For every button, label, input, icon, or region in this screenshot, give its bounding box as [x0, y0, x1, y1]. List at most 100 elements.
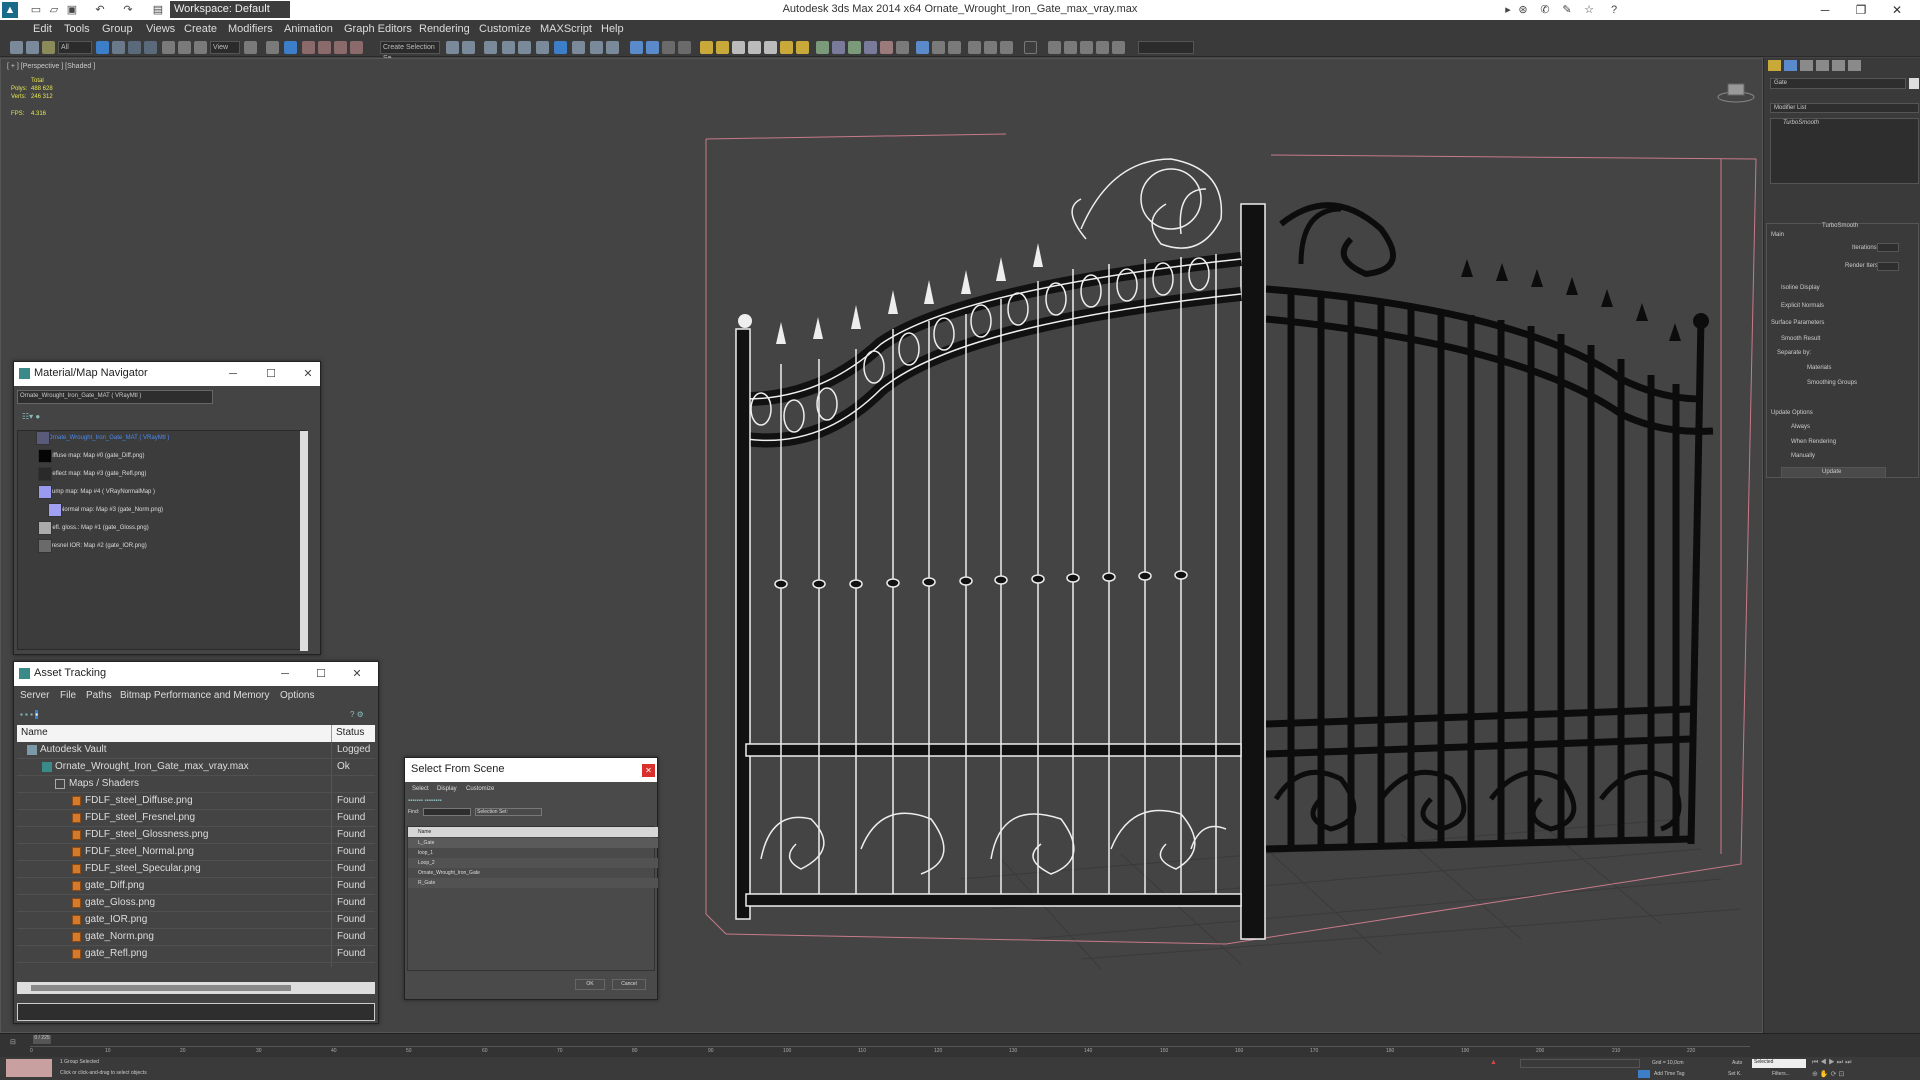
- column-status[interactable]: Status: [336, 727, 364, 738]
- table-row[interactable]: Maps / Shaders: [17, 776, 375, 793]
- layer-manager-icon[interactable]: [484, 41, 497, 54]
- material-tree-item[interactable]: Diffuse map: Map #0 (gate_Diff.png): [48, 453, 145, 459]
- material-tree-item[interactable]: Fresnel IOR: Map #2 (gate_IOR.png): [48, 543, 147, 549]
- open-file-icon[interactable]: ▱: [46, 2, 62, 18]
- maximize-icon[interactable]: ☐: [262, 365, 280, 383]
- selection-filter-dropdown[interactable]: All: [58, 41, 92, 54]
- table-row[interactable]: gate_IOR.png Found: [17, 912, 375, 929]
- select-filter-toolbar[interactable]: ▪▪▪▪▪▪▪ ▪▪▪▪▪▪▪▪: [408, 798, 623, 806]
- close-icon[interactable]: ✕: [1884, 1, 1910, 19]
- navigation-controls[interactable]: ⊕✋⟳⊡: [1812, 1070, 1916, 1079]
- time-tag-icon[interactable]: [1638, 1070, 1650, 1078]
- percent-snap-icon[interactable]: [334, 41, 347, 54]
- coordinate-fields[interactable]: [1520, 1059, 1640, 1068]
- scrollbar-thumb[interactable]: [31, 985, 291, 991]
- dome-light-icon[interactable]: [796, 41, 809, 54]
- menu-server[interactable]: Server: [20, 690, 49, 701]
- new-file-icon[interactable]: ▭: [28, 2, 44, 18]
- add-time-tag[interactable]: Add Time Tag: [1654, 1071, 1684, 1077]
- align-icon[interactable]: [462, 41, 475, 54]
- toolbar-extra-icon-11[interactable]: [984, 41, 997, 54]
- vray-toolbar-icon-4[interactable]: [678, 41, 691, 54]
- render-setup-icon[interactable]: [572, 41, 585, 54]
- asset-tracking-toolbar[interactable]: ▪ ▪ ▪ ▪: [20, 710, 90, 720]
- binoculars-icon[interactable]: ⊛: [1515, 2, 1531, 18]
- cancel-button[interactable]: Cancel: [612, 979, 646, 990]
- always-radio[interactable]: Always: [1791, 424, 1810, 430]
- material-editor-icon[interactable]: [554, 41, 567, 54]
- select-by-name-icon[interactable]: [112, 41, 125, 54]
- materials-checkbox[interactable]: Materials: [1807, 365, 1831, 371]
- toolbar-extra-icon-1[interactable]: [816, 41, 829, 54]
- set-key-button[interactable]: Set K.: [1728, 1071, 1742, 1077]
- pivot-center-icon[interactable]: [244, 41, 257, 54]
- modify-tab-icon[interactable]: [1784, 60, 1797, 71]
- vray-toolbar-icon-1[interactable]: [630, 41, 643, 54]
- material-tree-item[interactable]: Bump map: Map #4 ( VRayNormalMap ): [48, 489, 155, 495]
- isoline-display-checkbox[interactable]: Isoline Display: [1781, 285, 1820, 291]
- when-rendering-radio[interactable]: When Rendering: [1791, 439, 1836, 445]
- toolbar-extra-icon-4[interactable]: [864, 41, 877, 54]
- app-menu-icon[interactable]: ▲: [2, 2, 18, 18]
- sun-icon[interactable]: [780, 41, 793, 54]
- menu-file[interactable]: File: [60, 690, 76, 701]
- column-name[interactable]: Name: [21, 727, 48, 738]
- manually-radio[interactable]: Manually: [1791, 453, 1815, 459]
- update-button[interactable]: Update: [1781, 467, 1886, 478]
- help-icon[interactable]: ?: [1606, 2, 1622, 18]
- menu-create[interactable]: Create: [184, 23, 217, 35]
- close-icon[interactable]: ✕: [299, 365, 317, 383]
- create-tab-icon[interactable]: [1768, 60, 1781, 71]
- reference-coordinate-dropdown[interactable]: View: [210, 41, 240, 54]
- lock-selection-icon[interactable]: ▲: [1490, 1059, 1500, 1068]
- toolbar-dropdown[interactable]: [1138, 41, 1194, 54]
- list-item[interactable]: loop_1: [408, 848, 658, 858]
- mini-curve-editor-icon[interactable]: ⊟: [10, 1038, 20, 1046]
- keyboard-shortcut-override-icon[interactable]: [284, 41, 297, 54]
- list-item[interactable]: L_Gate: [408, 838, 658, 848]
- unlink-icon[interactable]: [26, 41, 39, 54]
- material-tree-item[interactable]: Reflect map: Map #3 (gate_Refl.png): [48, 471, 146, 477]
- toolbar-extra-icon-7[interactable]: [916, 41, 929, 54]
- table-row[interactable]: gate_Norm.png Found: [17, 929, 375, 946]
- snaps-toggle-icon[interactable]: [302, 41, 315, 54]
- help-icon[interactable]: ? ⚙: [350, 710, 374, 720]
- light-icon[interactable]: [700, 41, 713, 54]
- menu-modifiers[interactable]: Modifiers: [228, 23, 273, 35]
- table-row[interactable]: FDLF_steel_Fresnel.png Found: [17, 810, 375, 827]
- key-mode-dropdown[interactable]: Selected: [1752, 1059, 1806, 1068]
- stack-controls[interactable]: [1774, 189, 1894, 198]
- explicit-normals-checkbox[interactable]: Explicit Normals: [1781, 303, 1824, 309]
- ok-button[interactable]: OK: [575, 979, 605, 990]
- key-filters-button[interactable]: Filters...: [1772, 1071, 1790, 1077]
- table-row[interactable]: FDLF_steel_Diffuse.png Found: [17, 793, 375, 810]
- tools-icon[interactable]: ✎: [1559, 2, 1575, 18]
- maxscript-listener-mini[interactable]: [6, 1059, 52, 1077]
- workspace-dropdown[interactable]: Workspace: Default: [170, 1, 290, 18]
- toolbar-extra-icon-12[interactable]: [1000, 41, 1013, 54]
- render-production-icon[interactable]: [606, 41, 619, 54]
- close-icon[interactable]: ✕: [348, 665, 366, 683]
- undo-icon[interactable]: ↶: [92, 2, 108, 18]
- infocenter-search-icon[interactable]: ▸: [1500, 2, 1516, 18]
- menu-animation[interactable]: Animation: [284, 23, 333, 35]
- object-color-swatch[interactable]: [1909, 78, 1919, 89]
- selection-set-dropdown[interactable]: [475, 808, 542, 816]
- table-row[interactable]: Ornate_Wrought_Iron_Gate_max_vray.max Ok: [17, 759, 375, 776]
- asset-path-field[interactable]: [17, 1003, 375, 1021]
- redo-icon[interactable]: ↷: [120, 2, 136, 18]
- graphite-toggle-icon[interactable]: [502, 41, 515, 54]
- menu-customize[interactable]: Customize: [466, 786, 494, 792]
- toolbar-extra-icon-8[interactable]: [932, 41, 945, 54]
- column-name[interactable]: Name: [408, 827, 658, 837]
- find-field[interactable]: [423, 808, 471, 816]
- track-bar[interactable]: [30, 1046, 1750, 1047]
- table-row[interactable]: gate_Refl.png Found: [17, 946, 375, 963]
- modifier-list-dropdown[interactable]: Modifier List: [1770, 103, 1919, 113]
- rollout-title[interactable]: TurboSmooth: [1822, 223, 1858, 229]
- view-mode-icons[interactable]: ☷▾ ●: [22, 412, 72, 422]
- schematic-view-icon[interactable]: [536, 41, 549, 54]
- project-folder-icon[interactable]: ▤: [150, 2, 166, 18]
- region-select-icon[interactable]: [128, 41, 141, 54]
- timeline[interactable]: 0 / 225 ⊟ 0 10 20 30 40 50 60 70 80 90 1…: [0, 1033, 1920, 1057]
